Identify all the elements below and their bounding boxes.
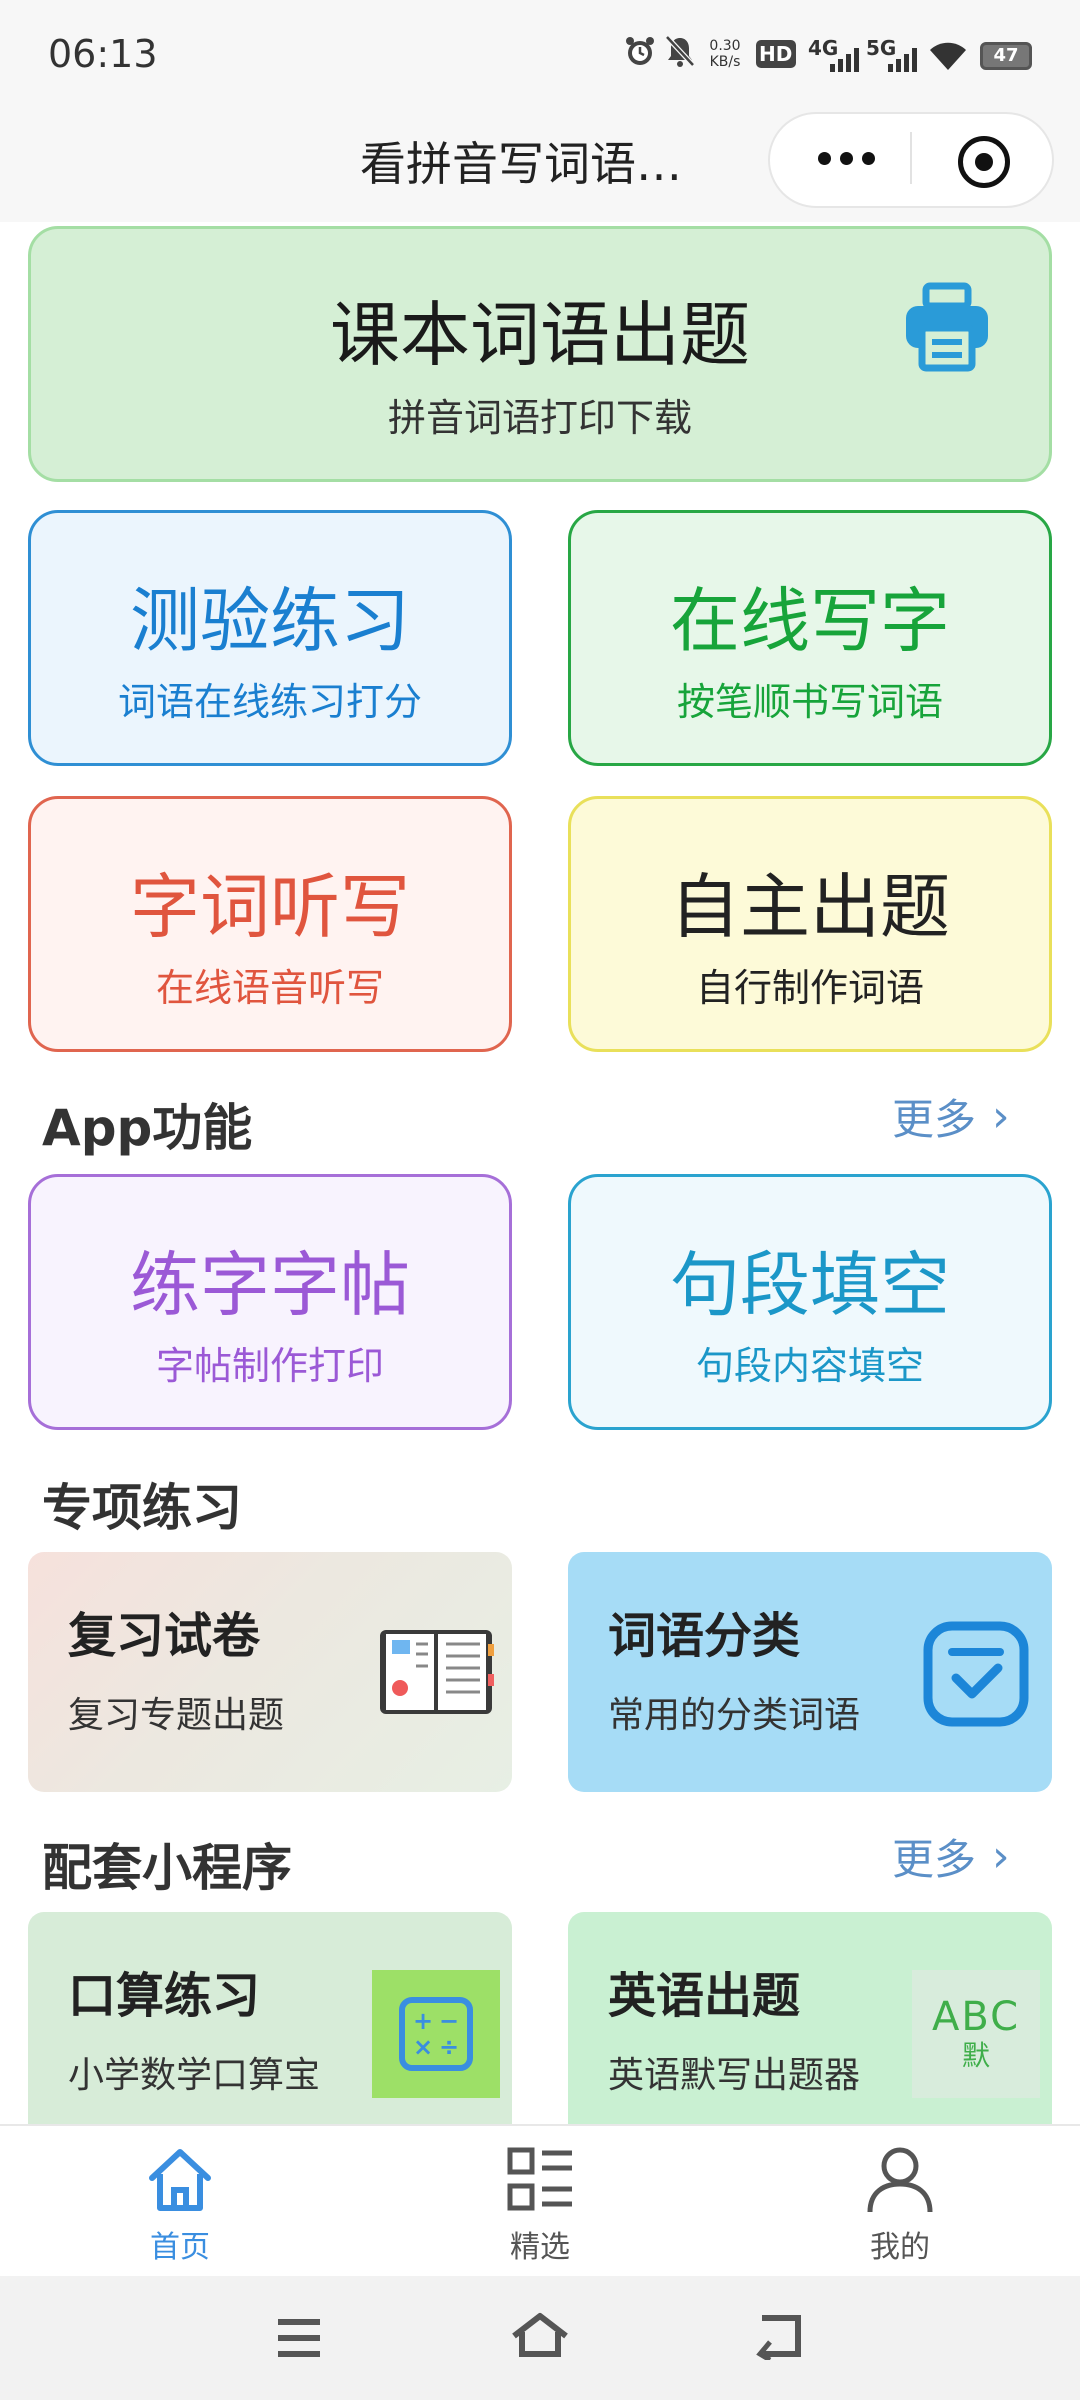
minus-glyph: − [438,2007,460,2035]
feature-title: 口算练习 [68,1968,261,2024]
mini-more-link[interactable]: 更多 › [892,1826,1010,1887]
hd-badge: HD [756,40,796,68]
status-bar [0,0,1080,110]
checkbox-icon [920,1618,1032,1734]
net-speed-unit: KB/s [709,54,741,70]
times-glyph: × [412,2033,434,2061]
plus-glyph: + [412,2007,434,2035]
hero-title: 课本词语出题 [330,294,750,376]
app-section-title: App功能 [42,1099,253,1157]
tile-online-writing[interactable]: 在线写字 按笔顺书写词语 [568,510,1052,766]
mini-section-title: 配套小程序 [42,1839,292,1897]
feature-subtitle: 英语默写出题器 [608,2055,861,2096]
feature-subtitle: 复习专题出题 [68,1695,285,1736]
tile-title: 在线写字 [670,580,950,662]
more-label: 更多 [892,1095,977,1144]
tile-subtitle: 自行制作词语 [695,966,924,1010]
network-speed: 0.30 KB/s [700,38,750,70]
grid-list-icon [507,2147,572,2211]
tab-featured[interactable]: 精选 [440,2136,640,2266]
tile-title: 练字字帖 [130,1244,410,1326]
tile-quiz-practice[interactable]: 测验练习 词语在线练习打分 [28,510,512,766]
wifi-icon [928,40,968,76]
tile-title: 测验练习 [130,580,410,662]
close-mini-program-button[interactable] [958,136,1010,188]
tile-subtitle: 词语在线练习打分 [117,680,422,724]
feature-mental-math[interactable]: 口算练习 小学数学口算宝 + − × ÷ [28,1912,512,2124]
home-system-icon[interactable] [510,2310,570,2364]
abc-icon: ABC 默 [912,1970,1040,2098]
tile-subtitle: 句段内容填空 [695,1344,924,1388]
more-menu-button[interactable] [806,130,886,186]
app-more-link[interactable]: 更多 › [892,1086,1010,1147]
chevron-right-icon: › [992,1091,1010,1142]
tab-label: 我的 [870,2230,930,2265]
hero-subtitle: 拼音词语打印下载 [387,396,692,440]
capsule-divider [910,132,912,184]
special-section-title: 专项练习 [42,1479,242,1537]
divide-glyph: ÷ [438,2033,460,2061]
feature-title: 词语分类 [608,1608,801,1664]
more-label: 更多 [892,1835,977,1884]
tile-title: 字词听写 [130,866,410,948]
feature-title: 复习试卷 [68,1608,261,1664]
chevron-right-icon: › [992,1831,1010,1882]
home-icon [149,2149,211,2211]
feature-title: 英语出题 [608,1968,801,2024]
tile-fill-in-blanks[interactable]: 句段填空 句段内容填空 [568,1174,1052,1430]
tile-dictation[interactable]: 字词听写 在线语音听写 [28,796,512,1052]
tab-label: 首页 [150,2230,210,2265]
recent-apps-icon[interactable] [274,2316,324,2364]
tile-custom-questions[interactable]: 自主出题 自行制作词语 [568,796,1052,1052]
tile-subtitle: 在线语音听写 [155,966,384,1010]
feature-english-quiz[interactable]: 英语出题 英语默写出题器 ABC 默 [568,1912,1052,2124]
back-icon[interactable] [752,2312,808,2364]
hero-card-textbook-words[interactable]: 课本词语出题 拼音词语打印下载 [28,226,1052,482]
status-time: 06:13 [48,32,158,76]
feature-review-papers[interactable]: 复习试卷 复习专题出题 [28,1552,512,1792]
user-icon [867,2147,933,2213]
page-title: 看拼音写词语… [360,137,682,191]
tab-profile[interactable]: 我的 [800,2136,1000,2266]
tile-copybook[interactable]: 练字字帖 字帖制作打印 [28,1174,512,1430]
tile-title: 句段填空 [670,1244,950,1326]
feature-subtitle: 常用的分类词语 [608,1695,861,1736]
calculator-icon: + − × ÷ [372,1970,500,2098]
abc-icon-char: 默 [961,2039,990,2072]
feature-subtitle: 小学数学口算宝 [68,2055,321,2096]
printer-icon [900,280,994,374]
tile-subtitle: 按笔顺书写词语 [676,680,943,724]
tile-title: 自主出题 [670,866,950,948]
tile-subtitle: 字帖制作打印 [155,1344,384,1388]
battery-indicator: 47 [980,42,1032,70]
mute-bell-icon [662,34,698,68]
alarm-icon [620,34,660,68]
signal-5g-icon [888,48,918,76]
open-book-icon [376,1624,496,1724]
signal-4g-icon [830,48,860,76]
net-speed-value: 0.30 [709,38,741,54]
tab-home[interactable]: 首页 [80,2136,280,2266]
tab-label: 精选 [510,2230,570,2265]
feature-word-categories[interactable]: 词语分类 常用的分类词语 [568,1552,1052,1792]
